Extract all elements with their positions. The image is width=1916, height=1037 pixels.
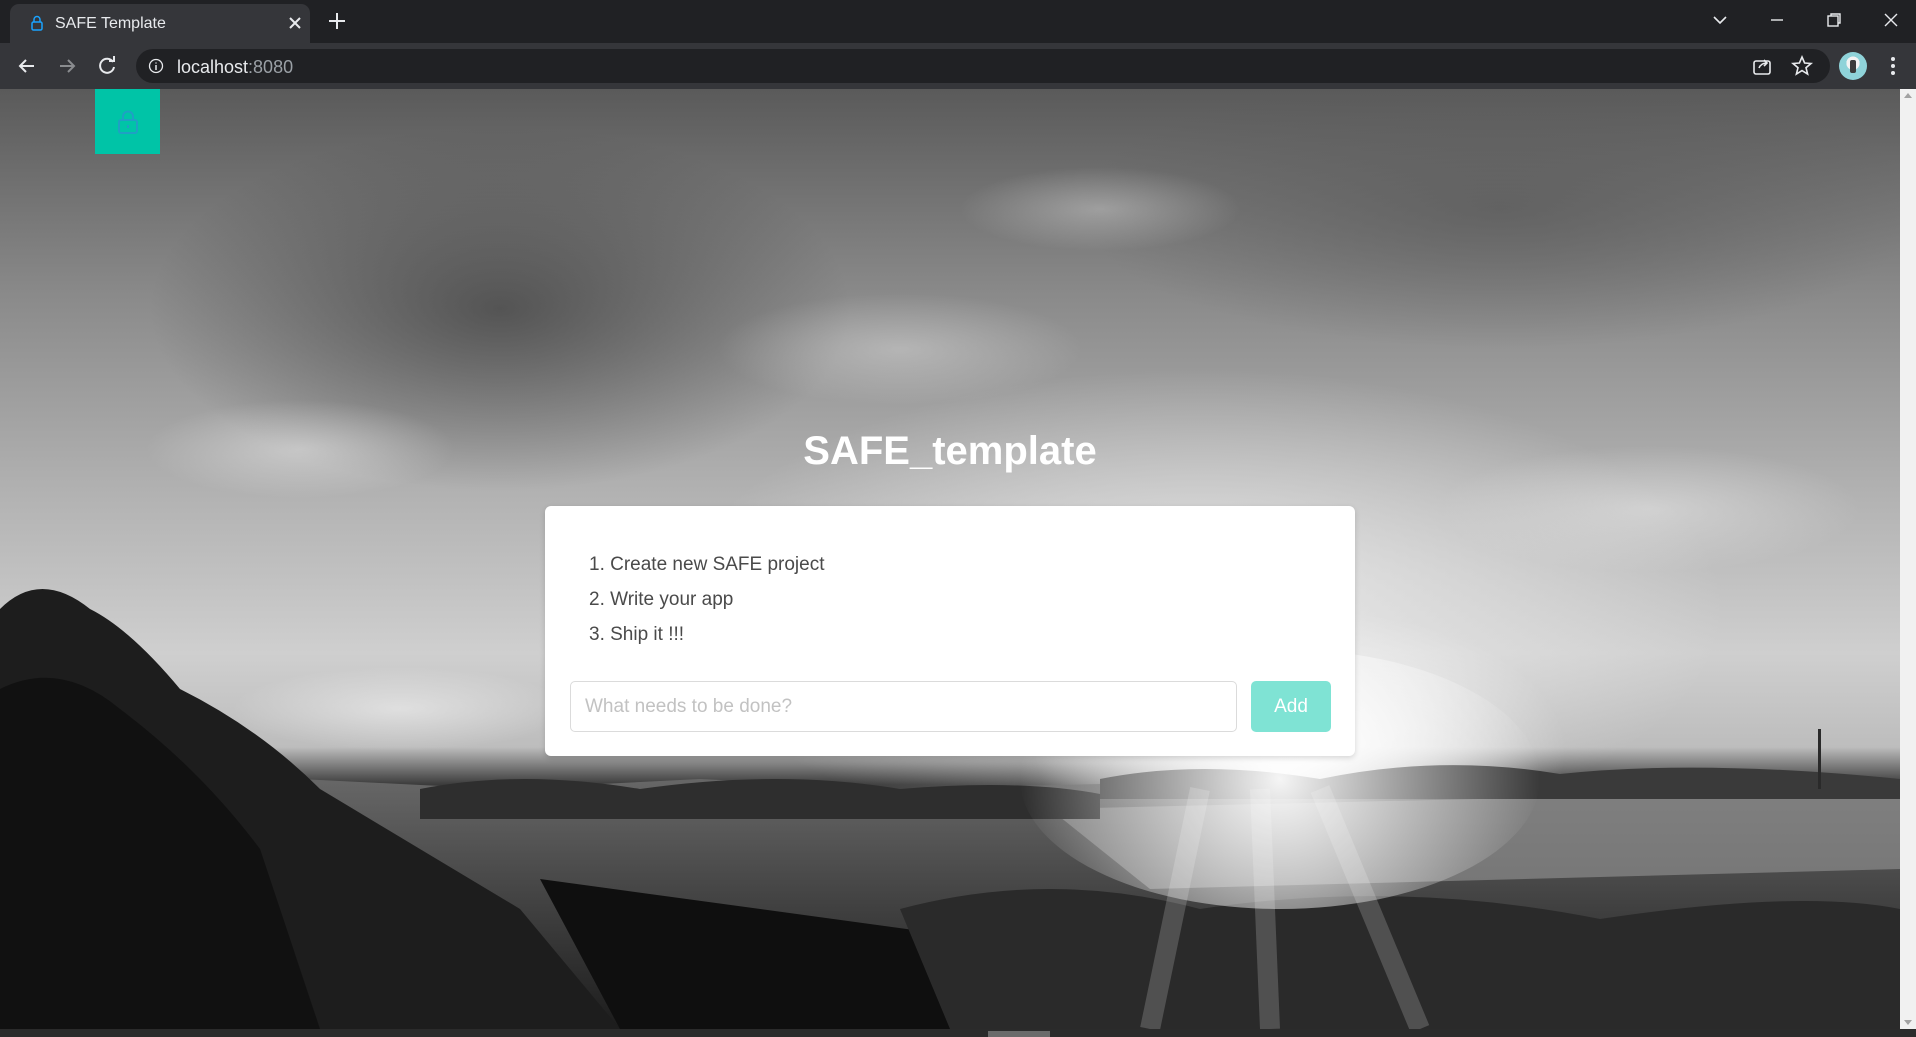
menu-kebab-icon[interactable] — [1880, 53, 1906, 79]
steps-list: 1. Create new SAFE project 2. Write your… — [589, 554, 825, 659]
tab-search-chevron-icon[interactable] — [1708, 8, 1732, 32]
back-icon[interactable] — [14, 53, 40, 79]
url-host: localhost — [177, 57, 249, 77]
page-title: SAFE_template — [803, 429, 1097, 473]
tab-title: SAFE Template — [55, 15, 166, 32]
profile-avatar[interactable] — [1839, 52, 1867, 80]
page-viewport: SAFE_template 1. Create new SAFE project… — [0, 89, 1900, 1029]
scroll-up-arrow-icon[interactable] — [1904, 93, 1912, 98]
minimize-icon[interactable] — [1765, 8, 1789, 32]
browser-toolbar: localhost:8080 — [0, 43, 1916, 89]
url-port: :8080 — [248, 57, 294, 77]
lock-favicon-icon — [31, 15, 43, 31]
add-button[interactable]: Add — [1251, 681, 1331, 732]
share-icon[interactable] — [1749, 53, 1775, 79]
todo-card: 1. Create new SAFE project 2. Write your… — [545, 506, 1355, 756]
list-item: 2. Write your app — [589, 589, 734, 610]
vertical-scrollbar[interactable] — [1900, 89, 1916, 1029]
scroll-down-arrow-icon[interactable] — [1904, 1020, 1912, 1025]
todo-input[interactable] — [570, 681, 1237, 732]
new-tab-icon[interactable] — [326, 10, 348, 32]
address-bar[interactable]: localhost:8080 — [136, 49, 1830, 83]
restore-icon[interactable] — [1822, 8, 1846, 32]
close-tab-icon[interactable] — [286, 14, 304, 32]
horizontal-scrollbar[interactable] — [0, 1029, 1916, 1037]
list-item: 3. Ship it !!! — [589, 624, 685, 645]
forward-icon[interactable] — [54, 53, 80, 79]
bookmark-star-icon[interactable] — [1789, 53, 1815, 79]
lock-icon — [118, 110, 138, 134]
list-item: 1. Create new SAFE project — [589, 554, 825, 575]
tab-strip: SAFE Template — [0, 0, 1916, 43]
lock-logo-box[interactable] — [95, 89, 160, 154]
site-info-icon[interactable] — [148, 58, 164, 74]
browser-tab[interactable]: SAFE Template — [10, 4, 310, 43]
reload-icon[interactable] — [94, 53, 120, 79]
scrollbar-thumb[interactable] — [988, 1031, 1050, 1037]
close-window-icon[interactable] — [1879, 8, 1903, 32]
url-text: localhost:8080 — [177, 57, 293, 78]
